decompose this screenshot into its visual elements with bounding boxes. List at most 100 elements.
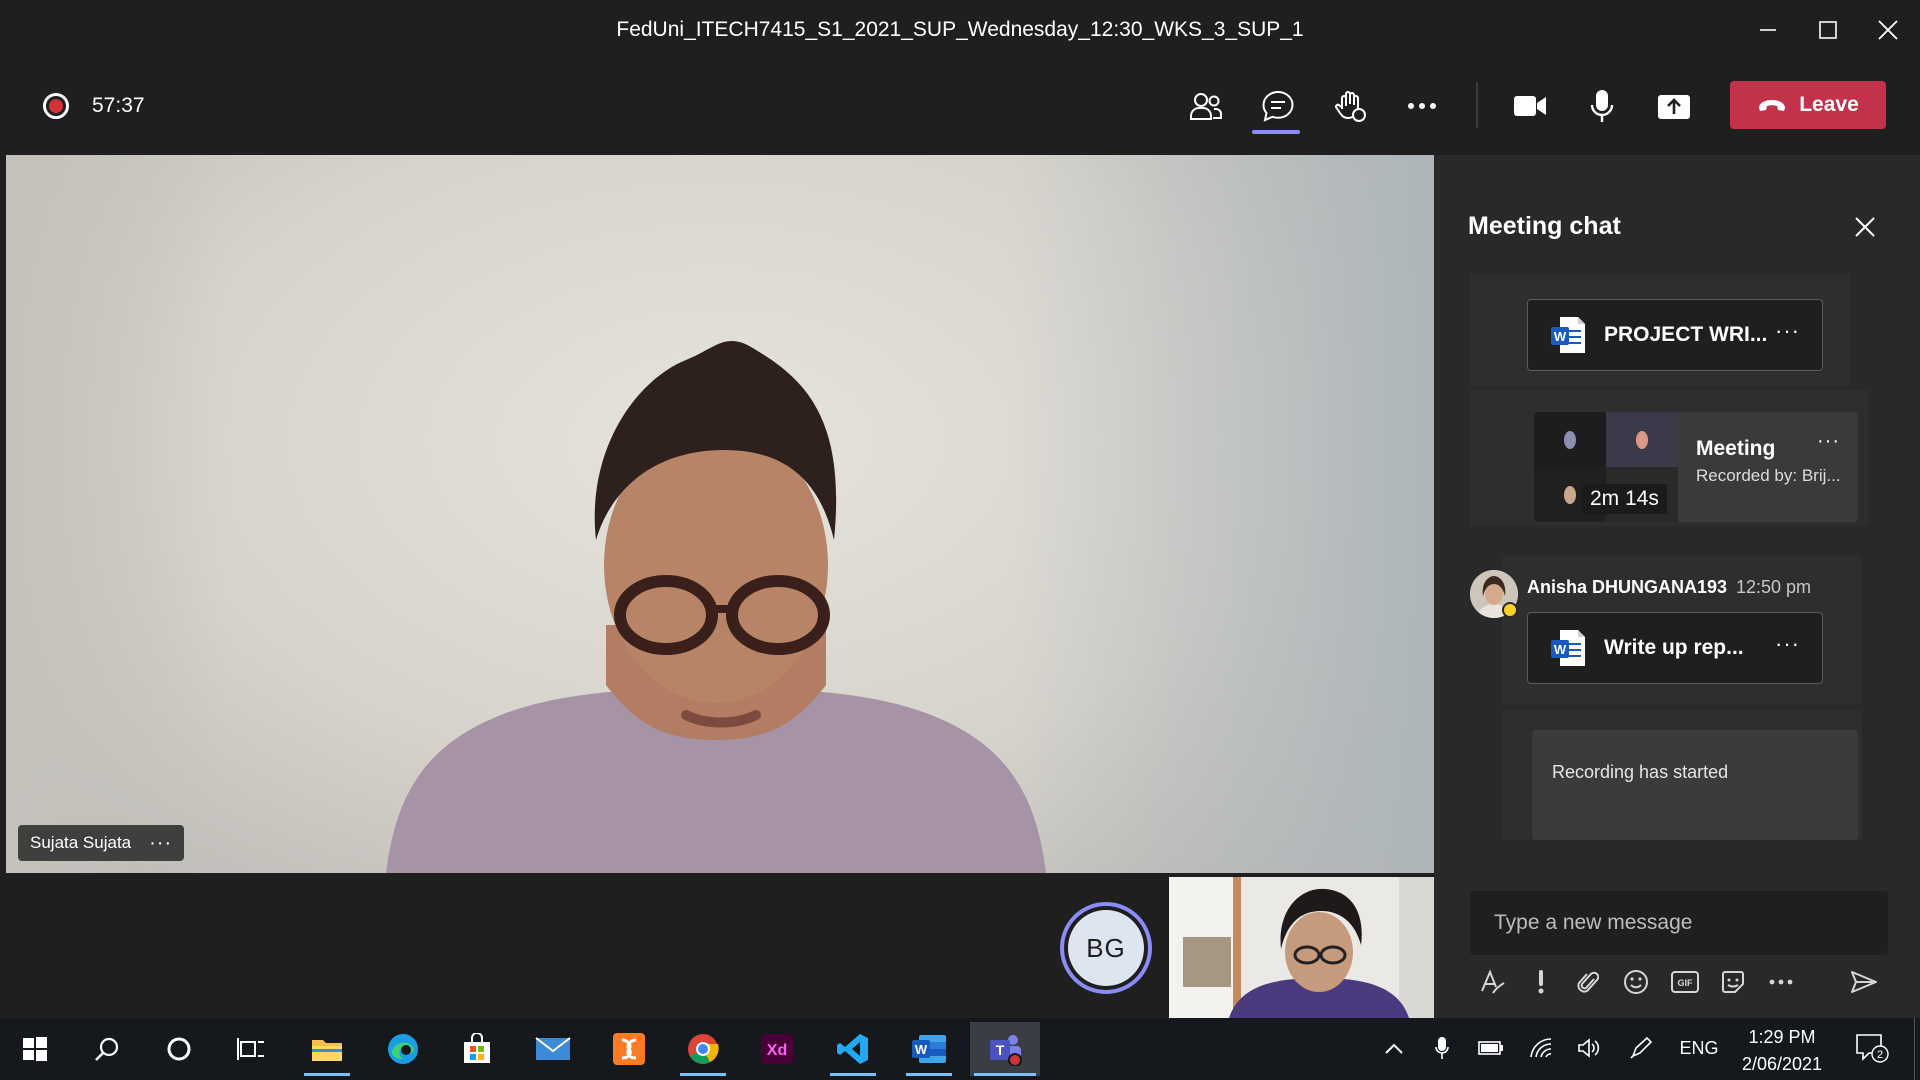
close-window-button[interactable] [1866, 12, 1910, 48]
reactions-button[interactable] [1326, 84, 1374, 128]
notifications-button[interactable]: 2 [1852, 1030, 1892, 1066]
more-options-button[interactable] [1764, 965, 1798, 999]
word-file-icon: W [1551, 317, 1585, 353]
vscode-button[interactable] [826, 1022, 880, 1076]
adobe-xd-button[interactable]: Xd [750, 1022, 804, 1076]
network-button[interactable] [1526, 1030, 1556, 1066]
clock-time: 1:29 PM [1748, 1027, 1816, 1047]
message-input[interactable] [1494, 911, 1854, 935]
compose-box[interactable] [1470, 891, 1888, 955]
minimize-button[interactable] [1746, 12, 1790, 48]
vscode-icon [837, 1034, 868, 1064]
task-view-button[interactable] [224, 1022, 278, 1076]
recording-card[interactable]: 2m 14s Meeting Recorded by: Brij... ··· [1534, 412, 1858, 522]
file-explorer-button[interactable] [300, 1022, 354, 1076]
language-indicator[interactable]: ENG [1674, 1030, 1724, 1066]
pen-workspace-button[interactable] [1626, 1030, 1656, 1066]
participant-name: Sujata Sujata [30, 833, 132, 852]
battery-icon [1478, 1041, 1503, 1055]
participant-thumb-icon [1636, 430, 1648, 449]
raise-hand-icon [1335, 91, 1366, 122]
leave-label: Leave [1799, 93, 1859, 116]
file-attachment-card[interactable]: W PROJECT WRI... ··· [1527, 299, 1823, 371]
microphone-button[interactable] [1578, 84, 1626, 128]
edge-icon [388, 1034, 418, 1064]
important-icon [1538, 970, 1544, 994]
clock[interactable]: 1:29 PM 2/06/2021 [1724, 1024, 1840, 1078]
search-button[interactable] [80, 1022, 134, 1076]
microphone-tray-button[interactable] [1430, 1030, 1454, 1066]
sticker-button[interactable] [1716, 965, 1750, 999]
recording-more-button[interactable]: ··· [1817, 430, 1840, 453]
leave-button[interactable]: Leave [1730, 81, 1886, 129]
more-actions-button[interactable] [1398, 84, 1446, 128]
gif-label: GIF [1678, 978, 1694, 988]
chrome-button[interactable] [676, 1022, 730, 1076]
self-video-image [1169, 877, 1439, 1018]
toolbar-separator [1476, 82, 1478, 128]
pen-icon [1630, 1036, 1653, 1059]
participant-avatar[interactable]: BG [1060, 902, 1152, 994]
svg-text:W: W [1554, 329, 1567, 344]
close-chat-button[interactable] [1848, 210, 1882, 244]
chevron-up-icon [1385, 1043, 1403, 1054]
format-button[interactable] [1475, 965, 1509, 999]
teams-button[interactable]: T [970, 1022, 1040, 1076]
emoji-button[interactable] [1619, 965, 1653, 999]
recording-thumbnail: 2m 14s [1534, 412, 1678, 522]
volume-button[interactable] [1574, 1030, 1604, 1066]
mail-button[interactable] [526, 1022, 580, 1076]
more-icon [1769, 979, 1793, 985]
file-name: Write up rep... [1604, 636, 1744, 659]
gif-button[interactable]: GIF [1668, 965, 1702, 999]
notification-icon: 2 [1856, 1034, 1889, 1063]
attach-button[interactable] [1571, 965, 1605, 999]
participant-thumb-icon [1564, 485, 1576, 504]
file-more-button[interactable]: ··· [1775, 318, 1800, 344]
important-button[interactable] [1524, 965, 1558, 999]
edge-button[interactable] [376, 1022, 430, 1076]
participants-button[interactable] [1182, 84, 1230, 128]
avatar-initials: BG [1068, 910, 1144, 986]
volume-icon [1578, 1038, 1600, 1058]
battery-button[interactable] [1476, 1030, 1506, 1066]
title-bar: FedUni_ITECH7415_S1_2021_SUP_Wednesday_1… [0, 0, 1920, 60]
send-icon [1851, 971, 1877, 993]
window-title: FedUni_ITECH7415_S1_2021_SUP_Wednesday_1… [616, 18, 1304, 41]
sender-name: Anisha DHUNGANA193 [1527, 577, 1728, 597]
xampp-icon [613, 1033, 645, 1065]
participant-name-tag: Sujata Sujata ··· [18, 825, 185, 861]
self-video-preview[interactable] [1169, 877, 1439, 1018]
xampp-button[interactable] [602, 1022, 656, 1076]
chat-button[interactable] [1254, 84, 1302, 128]
word-button[interactable]: W [902, 1022, 956, 1076]
start-button[interactable] [8, 1022, 62, 1076]
participant-more-button[interactable]: ··· [149, 832, 172, 855]
share-content-button[interactable] [1650, 84, 1698, 128]
send-button[interactable] [1847, 965, 1881, 999]
camera-button[interactable] [1506, 84, 1554, 128]
svg-text:W: W [915, 1042, 928, 1057]
maximize-button[interactable] [1806, 12, 1850, 48]
cortana-button[interactable] [152, 1022, 206, 1076]
cortana-icon [167, 1037, 191, 1061]
meeting-timer: 57:37 [92, 94, 145, 117]
meeting-toolbar [0, 60, 1920, 152]
chat-icon [1262, 90, 1294, 122]
chrome-icon [688, 1034, 719, 1064]
show-hidden-icons-button[interactable] [1380, 1030, 1408, 1066]
word-icon: W [912, 1035, 946, 1063]
svg-text:W: W [1554, 642, 1567, 657]
microphone-icon [1435, 1037, 1449, 1059]
file-attachment-card[interactable]: W Write up rep... ··· [1527, 612, 1823, 684]
recording-indicator-icon [43, 93, 69, 119]
gif-icon: GIF [1671, 971, 1699, 993]
file-more-button[interactable]: ··· [1775, 631, 1800, 657]
phone-icon [1759, 100, 1786, 111]
wifi-icon [1530, 1038, 1552, 1058]
camera-icon [1514, 96, 1546, 116]
people-icon [1190, 93, 1222, 120]
search-icon [95, 1037, 119, 1061]
store-button[interactable] [450, 1022, 504, 1076]
show-desktop-button[interactable] [1914, 1018, 1920, 1080]
